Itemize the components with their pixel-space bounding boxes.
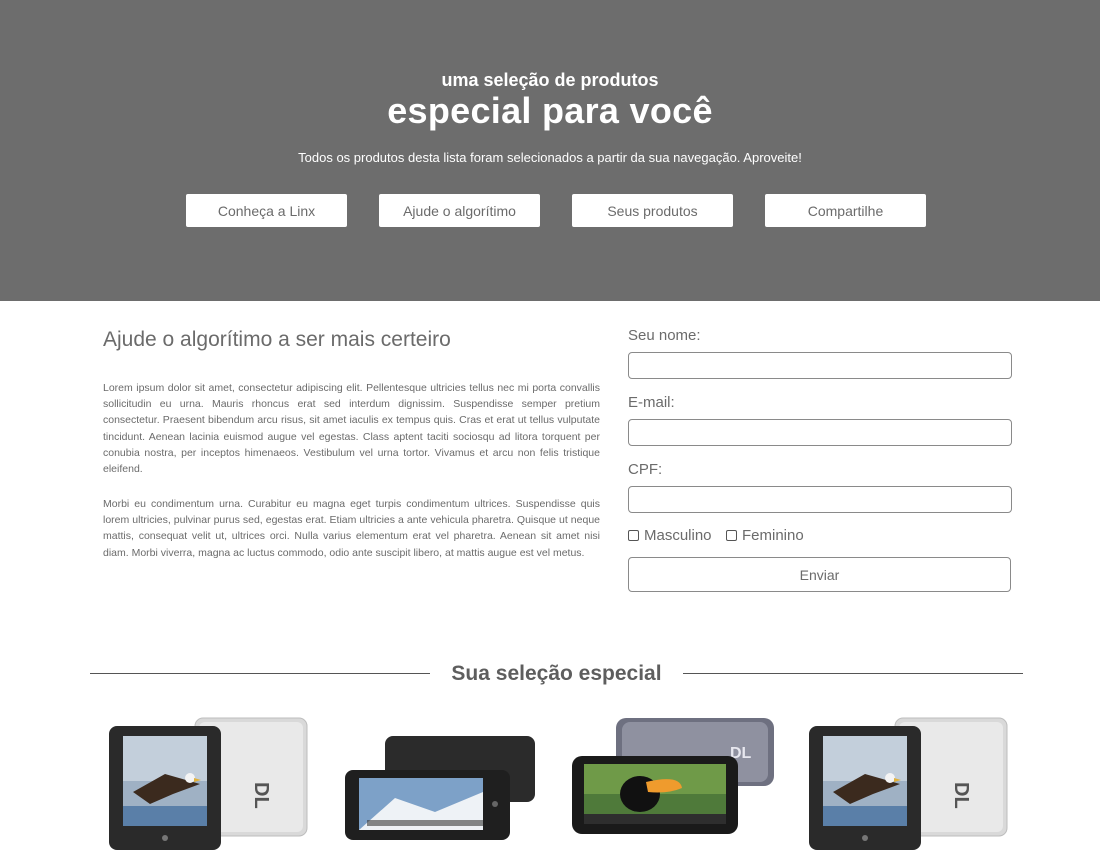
hero-lead: Todos os produtos desta lista foram sele… (298, 150, 802, 165)
linx-button[interactable]: Conheça a Linx (186, 194, 347, 227)
tablet-eagle-image: DL (809, 717, 1008, 850)
cpf-field[interactable] (628, 486, 1012, 513)
section-title: Sua seleção especial (451, 662, 662, 685)
product-card[interactable]: DL (805, 712, 1010, 850)
name-label: Seu nome: (628, 327, 701, 344)
intro-title: Ajude o algorítimo a ser mais certeiro (103, 328, 451, 351)
svg-text:DL: DL (950, 782, 972, 809)
male-option[interactable]: Masculino (628, 526, 712, 544)
email-label: E-mail: (628, 394, 675, 411)
intro-paragraph: Lorem ipsum dolor sit amet, consectetur … (103, 382, 600, 476)
hero-kicker: uma seleção de produtos (441, 70, 659, 90)
intro-paragraph: Morbi eu condimentum urna. Curabitur eu … (103, 498, 600, 559)
female-label: Feminino (742, 526, 804, 544)
tablet-eagle-image: DL (109, 717, 308, 850)
svg-text:DL: DL (250, 782, 272, 809)
tablet-toucan-image: DL (572, 718, 774, 834)
product-card[interactable]: DL (570, 712, 775, 850)
help-algorithm-button[interactable]: Ajude o algorítimo (379, 194, 540, 227)
female-option[interactable]: Feminino (726, 526, 804, 544)
hero-banner: uma seleção de produtos especial para vo… (0, 0, 1100, 301)
product-card[interactable] (345, 712, 550, 850)
share-button[interactable]: Compartilhe (765, 194, 926, 227)
tablet-landscape-image (345, 736, 535, 840)
product-card[interactable]: DL (105, 712, 310, 850)
name-field[interactable] (628, 352, 1012, 379)
cpf-label: CPF: (628, 461, 663, 478)
section-divider-left (90, 673, 430, 674)
email-field[interactable] (628, 419, 1012, 446)
male-label: Masculino (644, 526, 712, 544)
hero-headline: especial para você (387, 90, 713, 131)
male-checkbox[interactable] (628, 529, 639, 541)
female-checkbox[interactable] (726, 529, 737, 541)
submit-button[interactable]: Enviar (628, 557, 1011, 592)
hero-button-row: Conheça a Linx Ajude o algorítimo Seus p… (186, 194, 928, 228)
section-divider-right (683, 673, 1023, 674)
your-products-button[interactable]: Seus produtos (572, 194, 733, 227)
